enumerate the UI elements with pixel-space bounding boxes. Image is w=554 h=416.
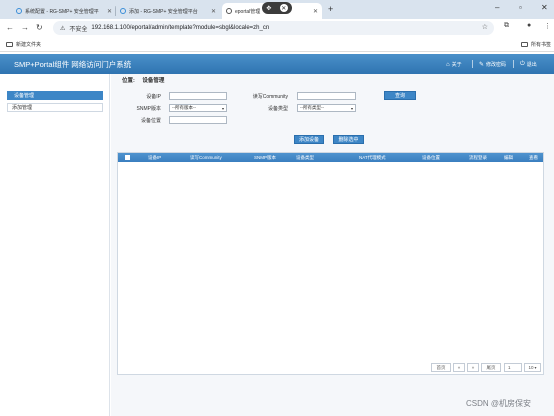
last-page-button[interactable]: 尾页 — [481, 363, 501, 372]
logout-label: 退出 — [526, 62, 537, 68]
watermark-text: CSDN @机房保安 — [466, 399, 532, 408]
tab-title: 添加 - RG-SMP+ 安全管理平台 — [129, 8, 198, 15]
all-bookmarks[interactable]: 所有书签 — [521, 41, 551, 48]
window-close-button[interactable]: ✕ — [541, 3, 548, 12]
extensions-icon[interactable]: ⧉ — [504, 22, 509, 30]
table-header: 设备IP 读写Community SNMP版本 设备类型 NAT代理模式 设备位… — [118, 153, 543, 162]
maximize-button[interactable]: ▫ — [519, 3, 522, 12]
delete-selected-button[interactable]: 删除选中 — [333, 135, 364, 144]
bookmark-label: 新建文件夹 — [16, 42, 42, 48]
folder-icon — [521, 42, 528, 47]
browser-toolbar: ← → ↻ ⚠ 不安全 192.168.1.100/eportal/admin/… — [0, 19, 554, 38]
main-content: 位置: 设备管理 设备IP 读写Community 查询 SNMP版本 --所有… — [111, 74, 554, 416]
close-icon[interactable]: ✕ — [107, 8, 112, 15]
per-page-value: 10 — [528, 365, 534, 370]
snmp-version-label: SNMP版本 — [136, 106, 161, 112]
per-page-select[interactable]: 10 ▾ — [524, 363, 541, 372]
device-location-input[interactable] — [169, 116, 227, 124]
address-bar[interactable]: ⚠ 不安全 192.168.1.100/eportal/admin/templa… — [53, 21, 494, 35]
device-type-label: 设备类型 — [267, 106, 288, 112]
breadcrumb-current: 设备管理 — [142, 78, 165, 84]
bookmarks-bar: 新建文件夹 所有书签 — [0, 38, 554, 52]
first-page-button[interactable]: 首页 — [431, 363, 451, 372]
column-header[interactable]: 查看 — [529, 155, 538, 161]
all-bookmarks-label: 所有书签 — [531, 42, 552, 48]
device-type-value: --所有类型-- — [300, 105, 324, 110]
about-label: 关于 — [451, 62, 462, 68]
wrench-icon: ✎ — [479, 62, 485, 68]
app-title: SMP+Portal组件 网络访问门户系统 — [14, 60, 132, 69]
tab-title: 系统配置 - RG-SMP+ 安全管理平 — [25, 8, 99, 15]
device-location-label: 设备位置 — [140, 118, 161, 124]
snmp-version-value: --所有版本-- — [172, 105, 196, 110]
profile-icon[interactable]: ● — [527, 22, 531, 29]
chevron-down-icon: ▾ — [350, 106, 353, 111]
browser-tab-add[interactable]: 添加 - RG-SMP+ 安全管理平台 ✕ — [116, 3, 220, 19]
app-header: SMP+Portal组件 网络访问门户系统 ⌂ 关于 ✎ 修改密码 ⏻ 退出 — [0, 54, 554, 74]
device-ip-label: 设备IP — [146, 94, 161, 100]
shield-icon — [16, 8, 22, 14]
prev-page-button[interactable]: « — [453, 363, 465, 372]
column-header[interactable]: 设备位置 — [422, 155, 440, 161]
column-header[interactable]: 读写Community — [190, 155, 222, 161]
sidebar-item-device-management[interactable]: 设备管理 — [7, 91, 103, 100]
page-number-input[interactable]: 1 — [504, 363, 522, 372]
warning-icon[interactable]: ⚠ — [60, 25, 65, 32]
column-header[interactable]: 设备IP — [148, 155, 161, 161]
breadcrumb: 位置: 设备管理 — [122, 76, 170, 84]
breadcrumb-prefix: 位置: — [122, 78, 135, 84]
browser-tab-system-config[interactable]: 系统配置 - RG-SMP+ 安全管理平 ✕ — [12, 3, 116, 19]
close-icon[interactable]: ✕ — [279, 4, 288, 12]
back-button[interactable]: ← — [6, 23, 14, 32]
close-icon[interactable]: ✕ — [313, 8, 318, 15]
move-icon: ✥ — [266, 5, 272, 12]
add-device-button[interactable]: 添加设备 — [294, 135, 324, 144]
home-icon: ⌂ — [446, 61, 450, 68]
device-ip-input[interactable] — [169, 92, 227, 100]
sidebar: 设备管理 添加管理 — [0, 74, 110, 416]
tab-drag-indicator: ✥ ✕ — [262, 2, 292, 14]
shield-icon — [120, 8, 126, 14]
reload-button[interactable]: ↻ — [36, 23, 43, 32]
chevron-down-icon: ▾ — [534, 365, 537, 370]
next-page-button[interactable]: » — [467, 363, 479, 372]
tab-title: eportal管理 — [235, 8, 261, 15]
column-header[interactable]: 流程登录 — [469, 155, 487, 161]
select-all-checkbox[interactable] — [125, 155, 130, 160]
minimize-button[interactable]: – — [495, 3, 499, 12]
new-tab-button[interactable]: + — [328, 4, 333, 14]
bookmark-folder[interactable]: 新建文件夹 — [6, 41, 41, 48]
chevron-down-icon: ▾ — [221, 106, 224, 111]
logout-link[interactable]: ⏻ 退出 — [520, 61, 537, 68]
column-header[interactable]: NAT代理模式 — [359, 155, 386, 161]
read-community-input[interactable] — [297, 92, 356, 100]
nav-divider — [513, 60, 514, 68]
star-icon[interactable]: ☆ — [482, 23, 488, 31]
change-password-link[interactable]: ✎ 修改密码 — [479, 61, 506, 68]
sidebar-item-add-management[interactable]: 添加管理 — [7, 103, 103, 112]
column-header[interactable]: 设备类型 — [296, 155, 314, 161]
about-link[interactable]: ⌂ 关于 — [446, 61, 462, 69]
security-label[interactable]: 不安全 — [69, 24, 87, 33]
device-type-select[interactable]: --所有类型-- ▾ — [297, 104, 356, 112]
change-password-label: 修改密码 — [486, 62, 507, 68]
column-header[interactable]: 编辑 — [504, 155, 513, 161]
nav-divider — [472, 60, 473, 68]
globe-icon — [226, 8, 232, 14]
folder-icon — [6, 42, 13, 47]
more-icon[interactable]: ⋮ — [544, 22, 551, 30]
snmp-version-select[interactable]: --所有版本-- ▾ — [169, 104, 227, 112]
browser-tab-bar: 系统配置 - RG-SMP+ 安全管理平 ✕ 添加 - RG-SMP+ 安全管理… — [0, 0, 554, 19]
device-table: 设备IP 读写Community SNMP版本 设备类型 NAT代理模式 设备位… — [117, 152, 544, 375]
power-icon: ⏻ — [520, 61, 525, 67]
query-button[interactable]: 查询 — [384, 91, 416, 100]
close-icon[interactable]: ✕ — [211, 8, 216, 15]
read-community-label: 读写Community — [252, 94, 288, 100]
column-header[interactable]: SNMP版本 — [254, 155, 276, 161]
forward-button[interactable]: → — [21, 23, 29, 32]
url-text[interactable]: 192.168.1.100/eportal/admin/template?mod… — [91, 25, 269, 31]
